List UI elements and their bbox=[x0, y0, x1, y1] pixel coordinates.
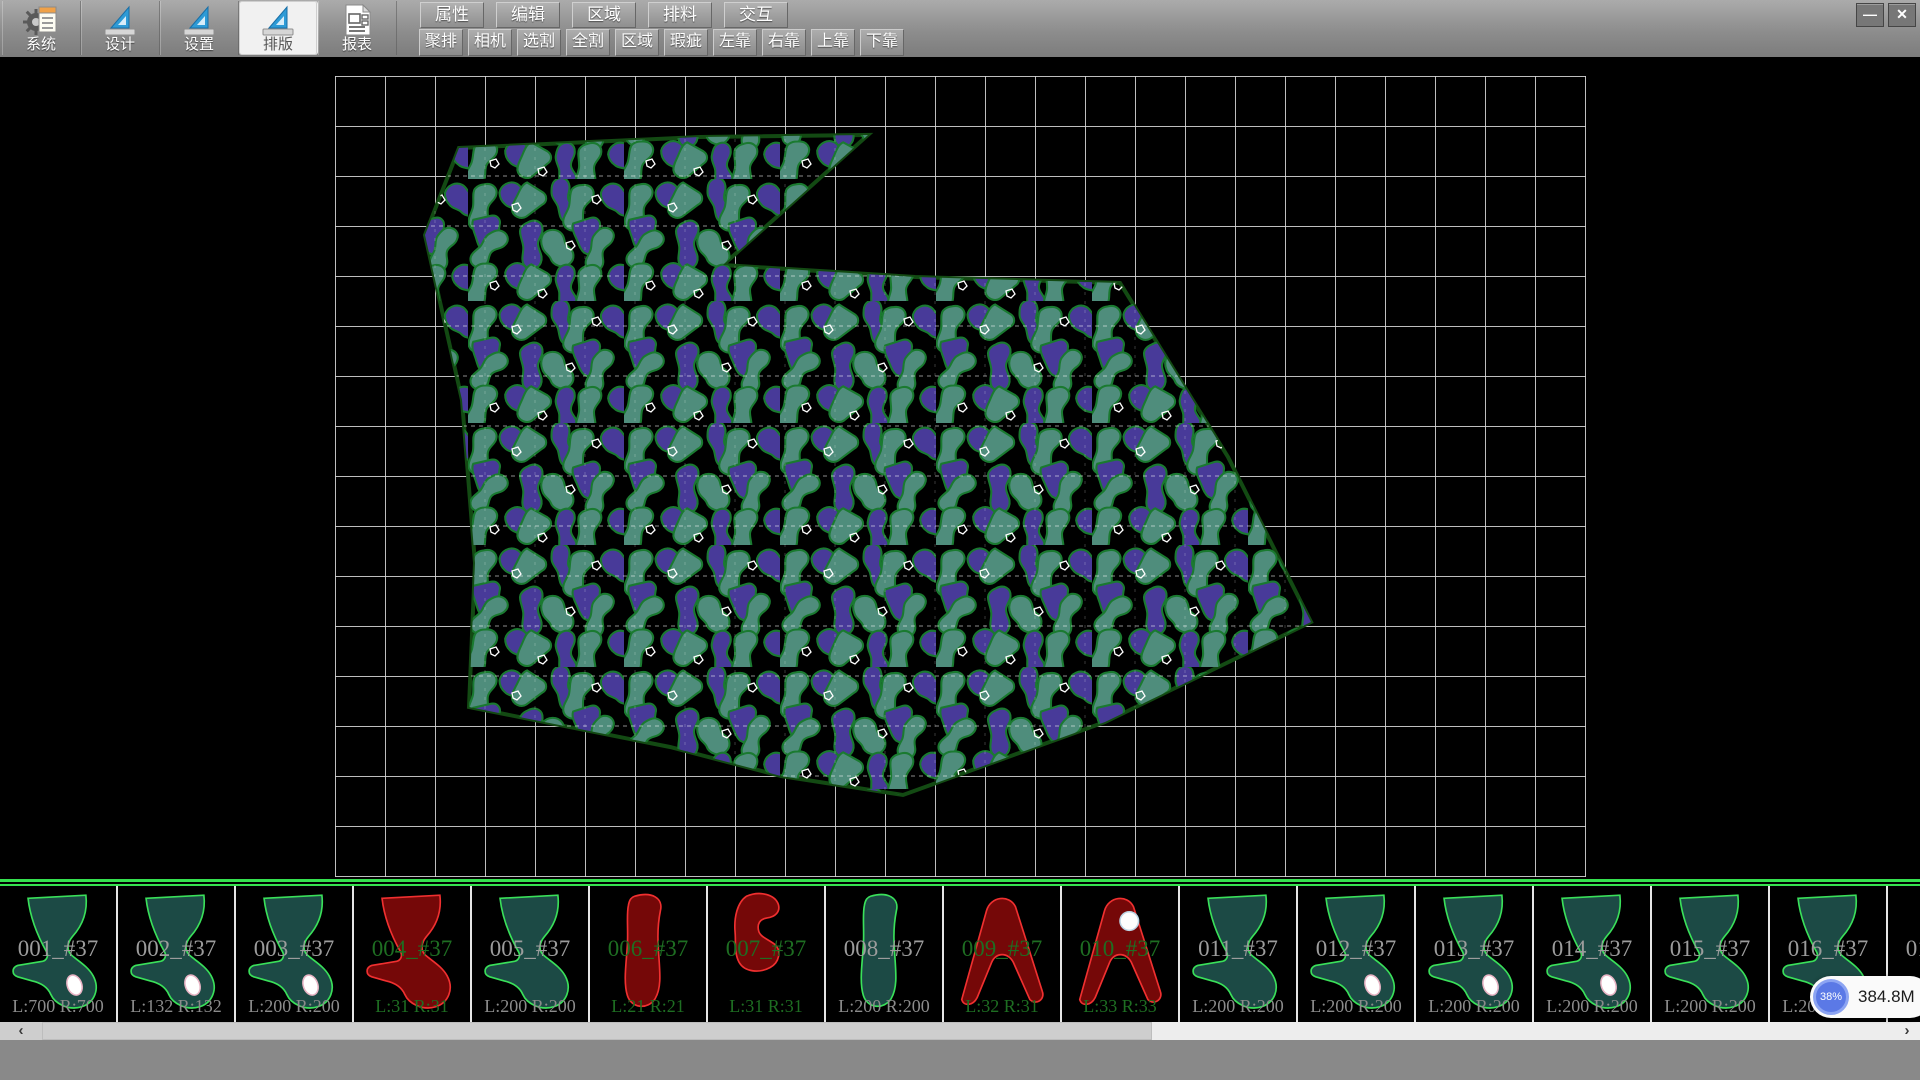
piece-thumbnail-012_#37[interactable]: 012_#37L:200 R:200 bbox=[1298, 886, 1416, 1022]
close-button[interactable]: ✕ bbox=[1888, 3, 1916, 27]
piece-thumbnail-003_#37[interactable]: 003_#37L:200 R:200 bbox=[236, 886, 354, 1022]
progress-circle: 38% bbox=[1813, 979, 1849, 1015]
piece-shape bbox=[2, 888, 114, 1014]
tool-button-全割[interactable]: 全割 bbox=[566, 29, 610, 56]
piece-shape bbox=[828, 888, 940, 1014]
piece-shape bbox=[592, 888, 704, 1014]
tool-button-选割[interactable]: 选割 bbox=[517, 29, 561, 56]
tool-button-区域[interactable]: 区域 bbox=[615, 29, 659, 56]
menu-button-属性[interactable]: 属性 bbox=[420, 2, 484, 28]
piece-thumbnail-004_#37[interactable]: 004_#37L:31 R:31 bbox=[354, 886, 472, 1022]
piece-thumbnail-014_#37[interactable]: 014_#37L:200 R:200 bbox=[1534, 886, 1652, 1022]
menu-button-区域[interactable]: 区域 bbox=[572, 2, 636, 28]
app-button-设计[interactable]: 设计 bbox=[81, 1, 160, 55]
tool-button-上靠[interactable]: 上靠 bbox=[811, 29, 855, 56]
piece-thumbnail-013_#37[interactable]: 013_#37L:200 R:200 bbox=[1416, 886, 1534, 1022]
menu-button-编辑[interactable]: 编辑 bbox=[496, 2, 560, 28]
piece-thumbnail-015_#37[interactable]: 015_#37L:200 R:200 bbox=[1652, 886, 1770, 1022]
scroll-left-button[interactable]: ‹ bbox=[0, 1022, 42, 1040]
nesting-canvas[interactable] bbox=[0, 57, 1920, 879]
piece-thumbnail-005_#37[interactable]: 005_#37L:200 R:200 bbox=[472, 886, 590, 1022]
app-button-label: 系统 bbox=[26, 37, 56, 53]
gear-notebook-icon bbox=[23, 3, 59, 37]
piece-shape bbox=[1064, 888, 1176, 1014]
bottom-bar bbox=[0, 1040, 1920, 1080]
tool-button-聚排[interactable]: 聚排 bbox=[419, 29, 463, 56]
toolbar: 系统设计设置排版报表 属性编辑区域排料交互 聚排相机选割全割区域瑕疵左靠右靠上靠… bbox=[0, 0, 1920, 58]
scroll-right-button[interactable]: › bbox=[1894, 1022, 1920, 1040]
tool-row: 聚排相机选割全割区域瑕疵左靠右靠上靠下靠 bbox=[419, 29, 909, 56]
pieces-panel: 001_#37L:700 R:700002_#37L:132 R:132003_… bbox=[0, 886, 1920, 1022]
set-square-icon bbox=[102, 3, 138, 37]
piece-shape bbox=[1418, 888, 1530, 1014]
scrollbar-thumb[interactable] bbox=[42, 1022, 1152, 1040]
piece-shape bbox=[1536, 888, 1648, 1014]
app-button-报表[interactable]: 报表 bbox=[318, 1, 397, 55]
piece-shape bbox=[356, 888, 468, 1014]
piece-shape bbox=[120, 888, 232, 1014]
piece-shape bbox=[1182, 888, 1294, 1014]
piece-shape bbox=[1654, 888, 1766, 1014]
piece-thumbnail-007_#37[interactable]: 007_#37L:31 R:31 bbox=[708, 886, 826, 1022]
set-square-icon bbox=[260, 3, 296, 37]
minimize-button[interactable]: — bbox=[1856, 3, 1884, 27]
window-controls: — ✕ bbox=[1856, 3, 1916, 27]
piece-shape bbox=[710, 888, 822, 1014]
piece-shape bbox=[238, 888, 350, 1014]
app-button-label: 排版 bbox=[263, 37, 293, 53]
piece-thumbnail-010_#37[interactable]: 010_#37L:33 R:33 bbox=[1062, 886, 1180, 1022]
app-buttons: 系统 设计 设置 排版 报表 bbox=[2, 0, 397, 56]
piece-shape bbox=[1300, 888, 1412, 1014]
tool-button-瑕疵[interactable]: 瑕疵 bbox=[664, 29, 708, 56]
memory-value: 384.8M bbox=[1858, 987, 1915, 1007]
app-button-系统[interactable]: 系统 bbox=[2, 1, 81, 55]
piece-thumbnail-002_#37[interactable]: 002_#37L:132 R:132 bbox=[118, 886, 236, 1022]
tool-button-右靠[interactable]: 右靠 bbox=[762, 29, 806, 56]
report-icon bbox=[339, 3, 375, 37]
tool-button-下靠[interactable]: 下靠 bbox=[860, 29, 904, 56]
app-button-label: 设计 bbox=[105, 37, 135, 53]
menu-button-排料[interactable]: 排料 bbox=[648, 2, 712, 28]
app-button-排版[interactable]: 排版 bbox=[239, 1, 318, 55]
menu-row: 属性编辑区域排料交互 bbox=[420, 2, 800, 28]
piece-shape bbox=[946, 888, 1058, 1014]
app-button-设置[interactable]: 设置 bbox=[160, 1, 239, 55]
app-button-label: 设置 bbox=[184, 37, 214, 53]
nested-hide-graphic bbox=[0, 57, 1920, 879]
tool-button-左靠[interactable]: 左靠 bbox=[713, 29, 757, 56]
tool-button-相机[interactable]: 相机 bbox=[468, 29, 512, 56]
memory-badge: 38% 384.8M bbox=[1810, 976, 1920, 1018]
piece-thumbnail-006_#37[interactable]: 006_#37L:21 R:21 bbox=[590, 886, 708, 1022]
piece-thumbnail-001_#37[interactable]: 001_#37L:700 R:700 bbox=[0, 886, 118, 1022]
piece-thumbnail-009_#37[interactable]: 009_#37L:32 R:31 bbox=[944, 886, 1062, 1022]
piece-thumbnail-008_#37[interactable]: 008_#37L:200 R:200 bbox=[826, 886, 944, 1022]
app-button-label: 报表 bbox=[342, 37, 372, 53]
piece-shape bbox=[474, 888, 586, 1014]
menu-button-交互[interactable]: 交互 bbox=[724, 2, 788, 28]
app-window: 系统设计设置排版报表 属性编辑区域排料交互 聚排相机选割全割区域瑕疵左靠右靠上靠… bbox=[0, 0, 1920, 1080]
set-square-icon bbox=[181, 3, 217, 37]
panel-separator bbox=[0, 879, 1920, 886]
horizontal-scrollbar[interactable]: ‹ › bbox=[0, 1022, 1920, 1040]
piece-thumbnail-011_#37[interactable]: 011_#37L:200 R:200 bbox=[1180, 886, 1298, 1022]
